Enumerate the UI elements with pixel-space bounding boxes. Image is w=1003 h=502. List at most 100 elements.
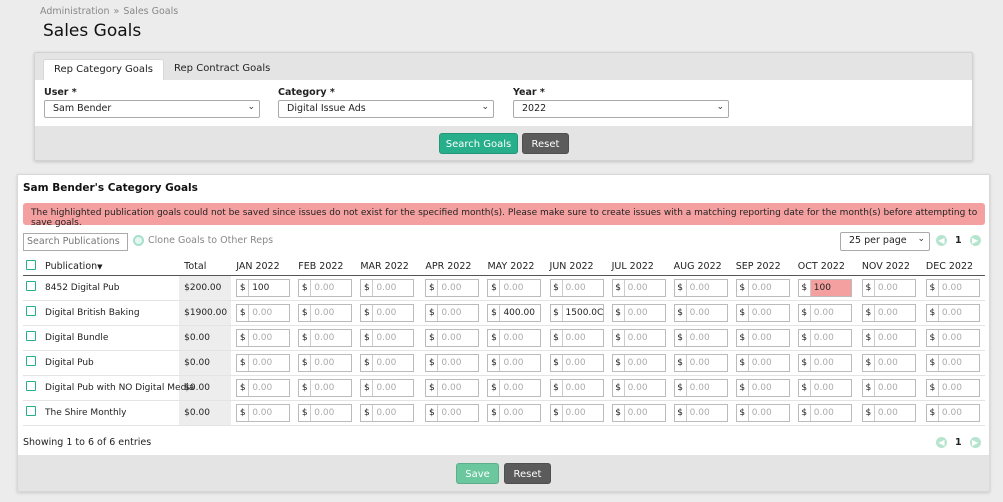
reset-goals-button[interactable]: Reset xyxy=(504,463,551,484)
per-page-select[interactable]: 25 per page ⌄ xyxy=(840,232,930,251)
month-goal-input[interactable]: $0.00 xyxy=(487,378,542,397)
month-goal-input[interactable]: $0.00 xyxy=(925,303,980,322)
month-goal-input[interactable]: $0.00 xyxy=(925,378,980,397)
month-goal-input[interactable]: $0.00 xyxy=(298,328,353,347)
row-checkbox[interactable] xyxy=(26,331,36,341)
month-goal-input[interactable]: $0.00 xyxy=(487,328,542,347)
month-goal-input[interactable]: $100 xyxy=(797,278,852,297)
month-goal-input[interactable]: $0.00 xyxy=(236,378,291,397)
month-goal-input[interactable]: $0.00 xyxy=(298,278,353,297)
page-number[interactable]: 1 xyxy=(955,437,962,448)
month-goal-input[interactable]: $0.00 xyxy=(861,303,916,322)
month-goal-input[interactable]: $0.00 xyxy=(861,328,916,347)
month-goal-input[interactable]: $0.00 xyxy=(797,328,852,347)
month-goal-input[interactable]: $0.00 xyxy=(861,278,916,297)
month-goal-input[interactable]: $0.00 xyxy=(797,378,852,397)
month-goal-input[interactable]: $0.00 xyxy=(673,278,728,297)
month-goal-input[interactable]: $0.00 xyxy=(360,328,415,347)
chevron-right-icon[interactable]: ▶ xyxy=(969,437,981,448)
month-goal-input[interactable]: $0.00 xyxy=(487,353,542,372)
month-goal-input[interactable]: $0.00 xyxy=(298,303,353,322)
month-goal-input[interactable]: $0.00 xyxy=(549,403,604,422)
month-goal-input[interactable]: $0.00 xyxy=(487,278,542,297)
search-publications-input[interactable]: Search Publications xyxy=(23,233,128,251)
month-goal-input[interactable]: $0.00 xyxy=(549,278,604,297)
user-select[interactable]: Sam Bender ⌄ xyxy=(44,100,260,118)
month-goal-input[interactable]: $0.00 xyxy=(797,353,852,372)
month-goal-input[interactable]: $0.00 xyxy=(735,278,790,297)
page-number[interactable]: 1 xyxy=(955,235,962,246)
month-goal-input[interactable]: $0.00 xyxy=(735,328,790,347)
month-goal-input[interactable]: $0.00 xyxy=(735,353,790,372)
month-goal-input[interactable]: $0.00 xyxy=(735,303,790,322)
month-goal-input[interactable]: $0.00 xyxy=(549,353,604,372)
month-goal-input[interactable]: $0.00 xyxy=(360,353,415,372)
month-goal-input[interactable]: $400.00 xyxy=(487,303,542,322)
chevron-left-icon[interactable]: ◀ xyxy=(936,437,947,448)
month-goal-input[interactable]: $0.00 xyxy=(925,403,980,422)
month-goal-input[interactable]: $0.00 xyxy=(298,378,353,397)
row-checkbox[interactable] xyxy=(26,406,36,416)
search-goals-button[interactable]: Search Goals xyxy=(439,133,518,154)
reset-button[interactable]: Reset xyxy=(522,133,569,154)
month-goal-input[interactable]: $0.00 xyxy=(797,403,852,422)
month-goal-input[interactable]: $0.00 xyxy=(925,278,980,297)
month-goal-input[interactable]: $100 xyxy=(236,278,291,297)
month-goal-input[interactable]: $0.00 xyxy=(236,303,291,322)
month-goal-input[interactable]: $0.00 xyxy=(487,403,542,422)
month-goal-input[interactable]: $0.00 xyxy=(425,328,480,347)
month-goal-input[interactable]: $0.00 xyxy=(925,328,980,347)
month-goal-input[interactable]: $0.00 xyxy=(861,353,916,372)
month-goal-input[interactable]: $0.00 xyxy=(735,403,790,422)
month-goal-input[interactable]: $0.00 xyxy=(925,353,980,372)
month-goal-input[interactable]: $0.00 xyxy=(236,328,291,347)
month-goal-input[interactable]: $0.00 xyxy=(611,353,666,372)
month-goal-input[interactable]: $0.00 xyxy=(673,378,728,397)
year-select[interactable]: 2022 ⌄ xyxy=(513,100,729,118)
month-goal-input[interactable]: $0.00 xyxy=(236,403,291,422)
month-goal-input[interactable]: $0.00 xyxy=(425,403,480,422)
month-goal-input[interactable]: $0.00 xyxy=(861,403,916,422)
month-goal-input[interactable]: $0.00 xyxy=(673,353,728,372)
month-goal-input[interactable]: $0.00 xyxy=(673,328,728,347)
save-button[interactable]: Save xyxy=(456,463,499,484)
column-publication[interactable]: Publication▼ xyxy=(40,259,180,276)
month-goal-input[interactable]: $0.00 xyxy=(611,328,666,347)
goal-value: 0.00 xyxy=(441,332,462,343)
month-goal-input[interactable]: $0.00 xyxy=(861,378,916,397)
month-goal-input[interactable]: $0.00 xyxy=(360,403,415,422)
month-goal-input[interactable]: $0.00 xyxy=(298,353,353,372)
category-select[interactable]: Digital Issue Ads ⌄ xyxy=(278,100,494,118)
chevron-left-icon[interactable]: ◀ xyxy=(936,235,947,246)
month-goal-input[interactable]: $0.00 xyxy=(360,303,415,322)
month-goal-input[interactable]: $0.00 xyxy=(611,303,666,322)
tab-rep-category-goals[interactable]: Rep Category Goals xyxy=(43,59,165,81)
row-checkbox[interactable] xyxy=(26,281,36,291)
month-goal-input[interactable]: $0.00 xyxy=(673,403,728,422)
row-checkbox[interactable] xyxy=(26,306,36,316)
month-goal-input[interactable]: $0.00 xyxy=(735,378,790,397)
month-goal-input[interactable]: $0.00 xyxy=(425,278,480,297)
breadcrumb-parent[interactable]: Administration xyxy=(40,6,110,17)
month-goal-input[interactable]: $0.00 xyxy=(236,353,291,372)
month-goal-input[interactable]: $0.00 xyxy=(611,378,666,397)
select-all-checkbox[interactable] xyxy=(26,260,36,271)
month-goal-input[interactable]: $0.00 xyxy=(549,378,604,397)
month-goal-input[interactable]: $0.00 xyxy=(298,403,353,422)
month-goal-input[interactable]: $0.00 xyxy=(425,353,480,372)
row-checkbox[interactable] xyxy=(26,356,36,366)
month-goal-input[interactable]: $0.00 xyxy=(360,378,415,397)
month-goal-input[interactable]: $0.00 xyxy=(360,278,415,297)
month-goal-input[interactable]: $0.00 xyxy=(425,378,480,397)
row-checkbox[interactable] xyxy=(26,381,36,391)
tab-rep-contract-goals[interactable]: Rep Contract Goals xyxy=(164,59,280,81)
month-goal-input[interactable]: $0.00 xyxy=(673,303,728,322)
month-goal-input[interactable]: $0.00 xyxy=(549,328,604,347)
month-goal-input[interactable]: $0.00 xyxy=(797,303,852,322)
month-goal-input[interactable]: $0.00 xyxy=(611,403,666,422)
clone-goals-toggle[interactable]: Clone Goals to Other Reps xyxy=(133,235,273,246)
chevron-right-icon[interactable]: ▶ xyxy=(969,235,981,246)
month-goal-input[interactable]: $0.00 xyxy=(611,278,666,297)
month-goal-input[interactable]: $1500.0C xyxy=(549,303,604,322)
month-goal-input[interactable]: $0.00 xyxy=(425,303,480,322)
